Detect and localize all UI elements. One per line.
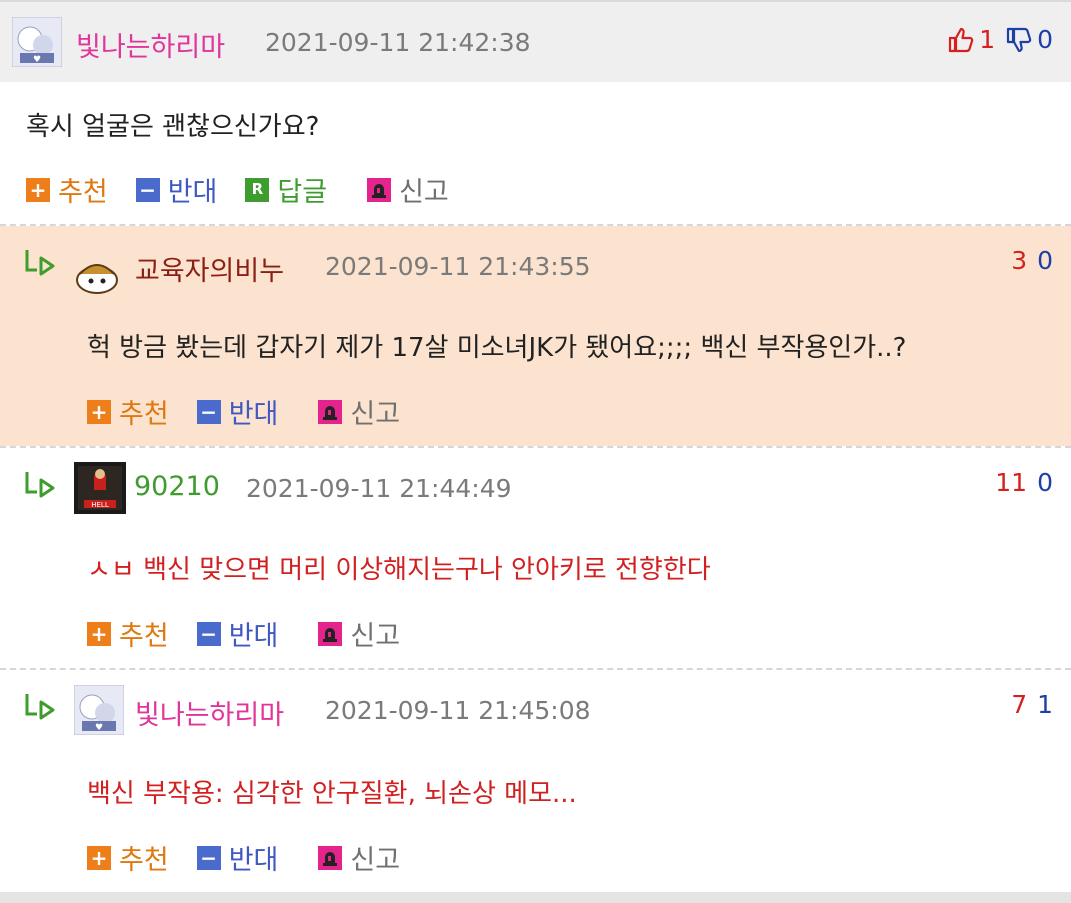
report-button[interactable]: 신고 [367, 170, 449, 209]
siren-icon [318, 621, 343, 646]
recommend-button[interactable]: + 추천 [87, 838, 169, 877]
plus-icon: + [87, 399, 111, 424]
report-label: 신고 [399, 177, 449, 208]
reply-label: 답글 [277, 177, 328, 208]
svg-text:HELL: HELL [91, 501, 109, 509]
report-button[interactable]: 신고 [318, 392, 400, 431]
oppose-button[interactable]: − 반대 [135, 170, 218, 209]
comment-actions: + 추천 − 반대 신고 [87, 614, 428, 653]
up-count: 1 [979, 25, 996, 54]
comment-item: 교육자의비누 2021-09-11 21:43:55 3 0 헉 방금 봤는데 … [0, 226, 1071, 446]
recommend-button[interactable]: + 추천 [26, 170, 108, 209]
nickname[interactable]: 빛나는하리마 [76, 25, 225, 64]
recommend-button[interactable]: + 추천 [87, 614, 169, 653]
report-label: 신고 [350, 621, 401, 652]
recommend-label: 추천 [58, 177, 108, 208]
nickname[interactable]: 90210 [134, 471, 220, 502]
bottom-bar [0, 892, 1071, 903]
comment-actions: + 추천 − 반대 신고 [87, 838, 428, 877]
avatar[interactable]: ♥ [73, 684, 125, 736]
minus-icon: − [135, 177, 160, 202]
avatar[interactable] [72, 250, 122, 300]
comment-date: 2021-09-11 21:44:49 [246, 474, 512, 503]
plus-icon: + [26, 177, 50, 202]
minus-icon: − [196, 621, 221, 646]
reply-arrow-icon [24, 470, 58, 500]
oppose-label: 반대 [167, 177, 218, 208]
comment-header: ♥ 빛나는하리마 2021-09-11 21:42:38 1 0 [0, 2, 1071, 82]
up-count: 11 [995, 468, 1028, 497]
comment-date: 2021-09-11 21:43:55 [325, 252, 591, 281]
comment-item: ♥ 빛나는하리마 2021-09-11 21:42:38 1 0 혹시 얼굴은 … [0, 2, 1071, 224]
down-count: 0 [1037, 246, 1053, 275]
reply-arrow-icon [24, 248, 58, 278]
up-count: 7 [1011, 690, 1028, 719]
thumbs-down-icon [1005, 26, 1033, 54]
report-label: 신고 [350, 845, 401, 876]
oppose-button[interactable]: − 반대 [196, 614, 279, 653]
report-button[interactable]: 신고 [318, 614, 400, 653]
reply-arrow-icon [24, 692, 58, 722]
oppose-button[interactable]: − 반대 [196, 392, 279, 431]
svg-text:♥: ♥ [33, 55, 41, 65]
comment-text: 혹시 얼굴은 괜찮으신가요? [26, 112, 320, 142]
report-label: 신고 [350, 399, 401, 430]
avatar[interactable]: HELL [74, 462, 126, 514]
vote-counts: 7 1 [1011, 690, 1053, 719]
comment-text: 헉 방금 봤는데 갑자기 제가 17살 미소녀JK가 됐어요;;;; 백신 부작… [87, 333, 907, 363]
up-count: 3 [1011, 246, 1028, 275]
down-count: 0 [1037, 468, 1053, 497]
thumbs-up-icon [947, 26, 975, 54]
reply-button[interactable]: R 답글 [245, 170, 327, 209]
down-count: 1 [1037, 690, 1053, 719]
nickname[interactable]: 빛나는하리마 [135, 693, 284, 732]
oppose-label: 반대 [228, 399, 279, 430]
report-button[interactable]: 신고 [318, 838, 400, 877]
siren-icon [367, 177, 392, 202]
vote-counts: 3 0 [1011, 246, 1053, 275]
comment-text: ㅅㅂ 백신 맞으면 머리 이상해지는구나 안아키로 전향한다 [87, 555, 711, 585]
minus-icon: − [196, 845, 221, 870]
oppose-label: 반대 [228, 845, 279, 876]
recommend-label: 추천 [119, 621, 169, 652]
comment-date: 2021-09-11 21:42:38 [265, 28, 531, 57]
oppose-label: 반대 [228, 621, 279, 652]
siren-icon [318, 845, 343, 870]
vote-counts: 1 0 [947, 25, 1053, 54]
down-count: 0 [1037, 25, 1053, 54]
reply-r-icon: R [245, 177, 270, 202]
comment-actions: + 추천 − 반대 R 답글 신고 [26, 170, 477, 209]
avatar[interactable]: ♥ [11, 16, 63, 68]
comment-item: ♥ 빛나는하리마 2021-09-11 21:45:08 7 1 백신 부작용:… [0, 670, 1071, 892]
siren-icon [318, 399, 343, 424]
plus-icon: + [87, 621, 111, 646]
svg-text:♥: ♥ [95, 723, 103, 733]
recommend-label: 추천 [119, 845, 169, 876]
comment-item: HELL 90210 2021-09-11 21:44:49 11 0 ㅅㅂ 백… [0, 448, 1071, 668]
comment-text: 백신 부작용: 심각한 안구질환, 뇌손상 메모... [87, 779, 577, 809]
plus-icon: + [87, 845, 111, 870]
recommend-button[interactable]: + 추천 [87, 392, 169, 431]
minus-icon: − [196, 399, 221, 424]
nickname[interactable]: 교육자의비누 [135, 249, 284, 288]
vote-counts: 11 0 [995, 468, 1053, 497]
comment-date: 2021-09-11 21:45:08 [325, 696, 591, 725]
comment-actions: + 추천 − 반대 신고 [87, 392, 428, 431]
recommend-label: 추천 [119, 399, 169, 430]
oppose-button[interactable]: − 반대 [196, 838, 279, 877]
